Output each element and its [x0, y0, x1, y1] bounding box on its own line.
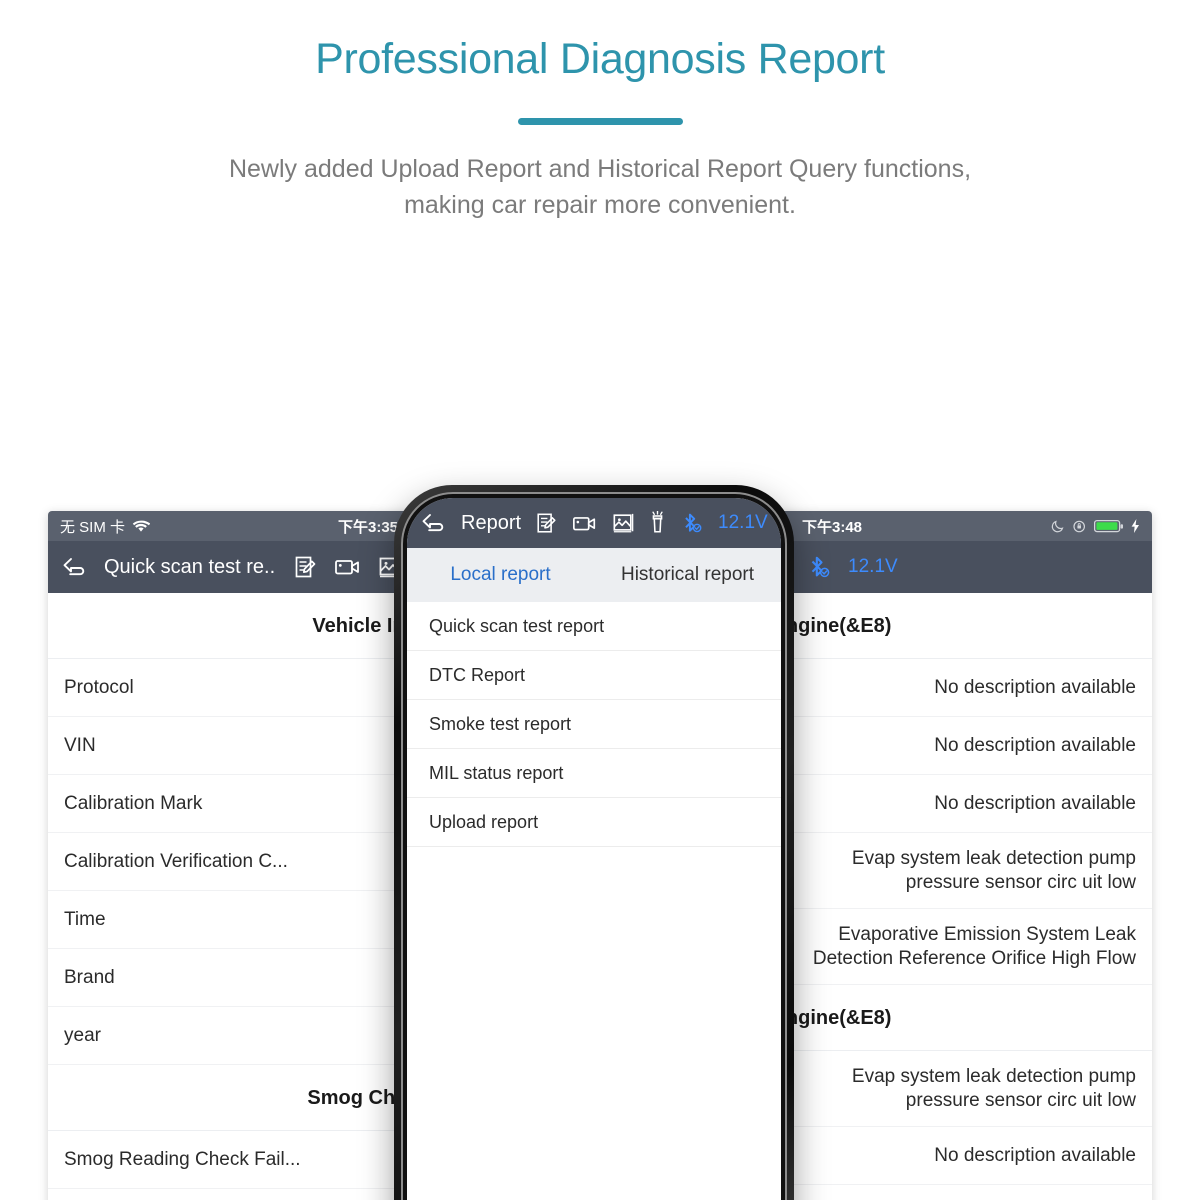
row-value: No description available: [934, 734, 1136, 756]
right-statusbar-right: [1051, 519, 1140, 534]
bluetooth-icon[interactable]: [806, 554, 830, 580]
row-key: Smog Reading Check Fail...: [64, 1148, 301, 1170]
phone-toolbar: Report 12.1V: [407, 498, 781, 549]
phone-tab-bar: Local report Historical report: [407, 548, 781, 603]
phone-report-list: Quick scan test report DTC Report Smoke …: [407, 602, 781, 1200]
phone-toolbar-title: Report: [461, 511, 522, 534]
subtitle-line-2: making car repair more convenient.: [404, 190, 796, 219]
video-camera-icon[interactable]: [334, 556, 362, 578]
list-item[interactable]: MIL status report: [407, 749, 781, 799]
video-camera-icon[interactable]: [572, 513, 598, 534]
row-value: Evap system leak detection pump pressure…: [851, 848, 1136, 893]
row-key: VIN: [64, 734, 96, 756]
phone-voltage-readout: 12.1V: [718, 512, 768, 534]
row-key: Brand: [64, 966, 115, 988]
phone-bezel: Report 12.1V Local report Historical rep…: [401, 492, 787, 1200]
note-edit-icon[interactable]: [293, 555, 318, 580]
row-value: No description available: [934, 676, 1136, 698]
subtitle-line-1: Newly added Upload Report and Historical…: [228, 154, 972, 183]
row-value: No description available: [934, 1144, 1136, 1166]
row-value: Evap system leak detection pump pressure…: [851, 1066, 1136, 1111]
list-item[interactable]: Quick scan test report: [407, 602, 781, 652]
accent-divider: [517, 117, 683, 125]
list-item[interactable]: Upload report: [407, 798, 781, 848]
list-item[interactable]: Smoke test report: [407, 700, 781, 750]
subtitle: Newly added Upload Report and Historical…: [0, 151, 1200, 224]
back-arrow-icon[interactable]: [62, 556, 88, 578]
lightning-bolt-icon: [1131, 519, 1140, 534]
header: Professional Diagnosis Report Newly adde…: [0, 0, 1200, 223]
row-key: year: [64, 1024, 101, 1046]
left-toolbar-title: Quick scan test re..: [104, 555, 276, 578]
phone-device: Report 12.1V Local report Historical rep…: [394, 485, 794, 1200]
row-key: Protocol: [64, 676, 134, 698]
tab-historical-report[interactable]: Historical report: [594, 564, 781, 586]
left-statusbar-left: 无 SIM 卡: [60, 516, 151, 537]
device-stage: 下午3:48 Report: [0, 223, 1200, 1200]
row-value: No description available: [934, 792, 1136, 814]
image-gallery-icon[interactable]: [612, 512, 635, 534]
phone-screen: Report 12.1V Local report Historical rep…: [407, 498, 781, 1200]
moon-icon: [1051, 519, 1065, 533]
bluetooth-icon[interactable]: [680, 511, 702, 535]
row-key: Calibration Verification C...: [64, 850, 288, 872]
wifi-icon: [132, 519, 151, 533]
back-arrow-icon[interactable]: [421, 512, 447, 534]
list-item[interactable]: DTC Report: [407, 651, 781, 701]
tab-local-report[interactable]: Local report: [407, 564, 594, 586]
flashlight-icon[interactable]: [649, 511, 666, 535]
row-value: Evaporative Emission System Leak Detecti…: [812, 924, 1136, 969]
rotation-lock-icon: [1072, 519, 1087, 534]
row-key: Calibration Mark: [64, 792, 203, 814]
left-statusbar-carrier: 无 SIM 卡: [60, 518, 126, 536]
row-key: Time: [64, 908, 106, 930]
note-edit-icon[interactable]: [535, 512, 558, 535]
page-title: Professional Diagnosis Report: [315, 35, 885, 83]
battery-icon: [1094, 519, 1124, 534]
right-voltage-readout: 12.1V: [848, 556, 898, 578]
